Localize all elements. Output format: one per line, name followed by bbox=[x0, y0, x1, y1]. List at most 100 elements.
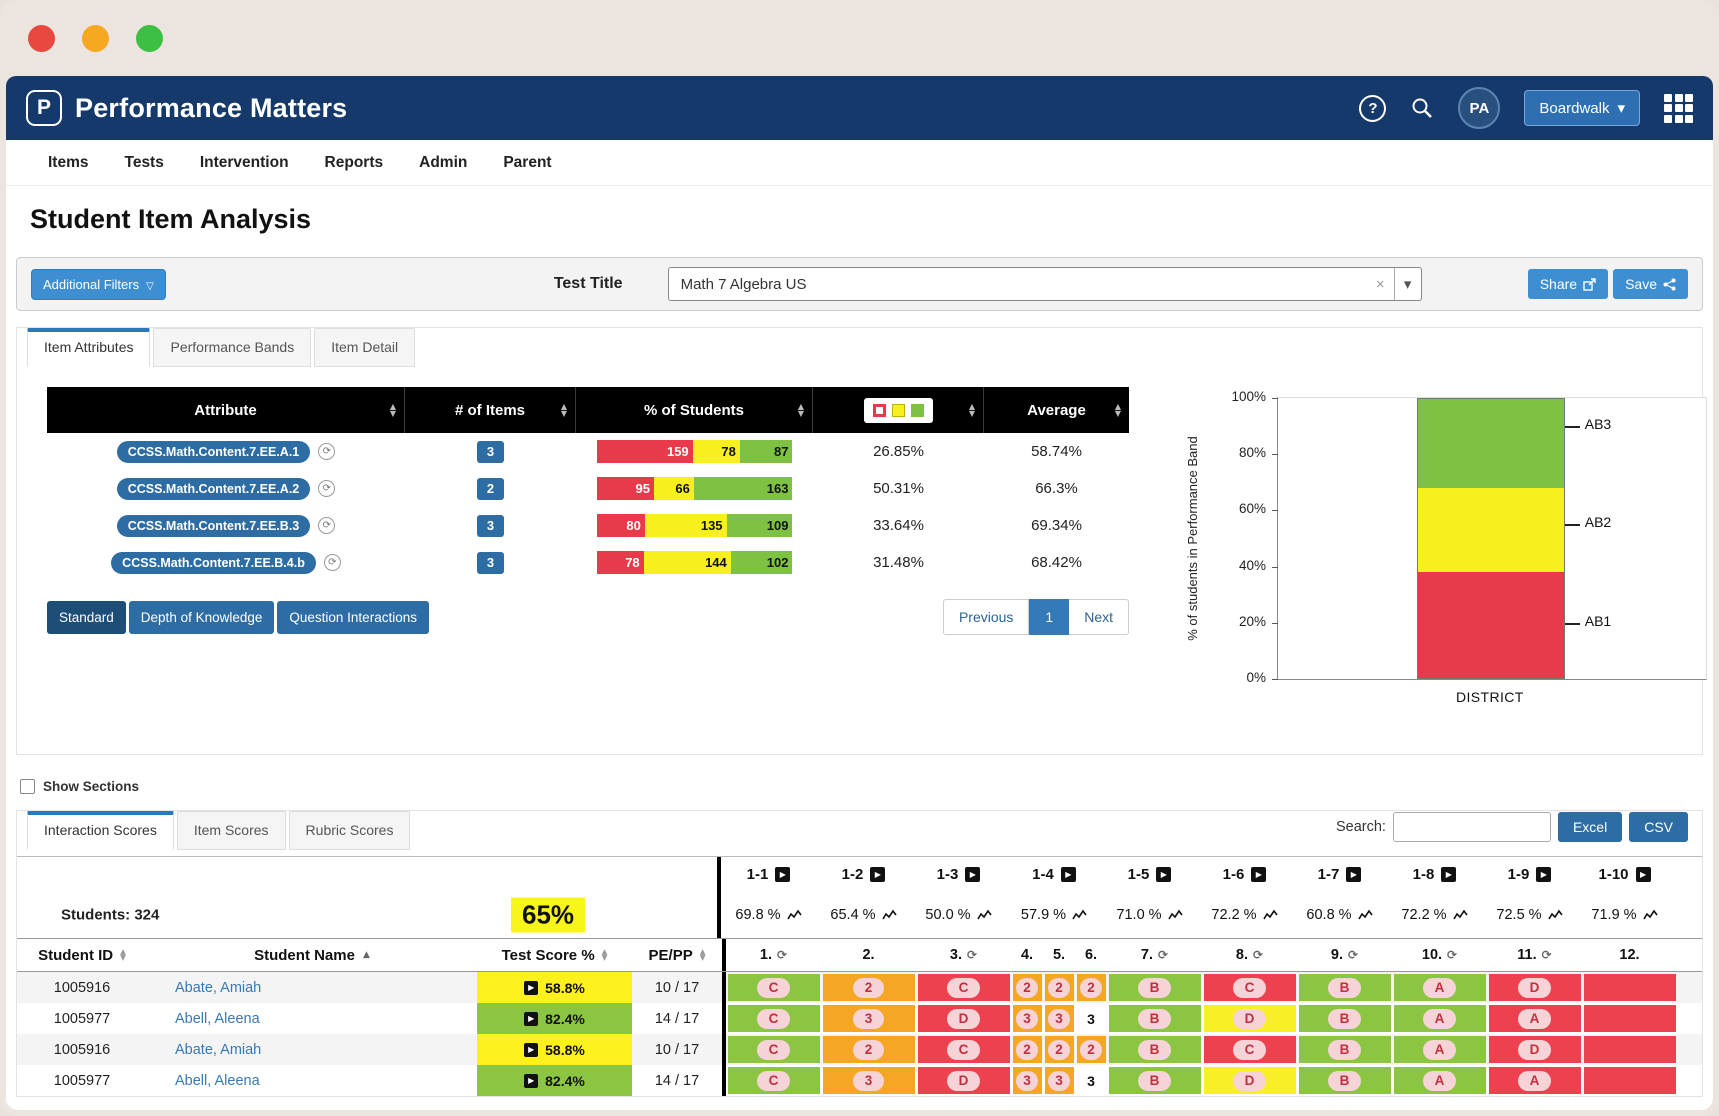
col-header-num-items[interactable]: # of Items bbox=[405, 387, 576, 433]
item-group-header[interactable]: 1-1 ▶ bbox=[721, 857, 816, 892]
item-play-icon[interactable]: ▶ bbox=[1251, 867, 1267, 882]
item-play-icon[interactable]: ▶ bbox=[1156, 867, 1172, 882]
nav-item-intervention[interactable]: Intervention bbox=[200, 154, 289, 172]
sort-icon[interactable] bbox=[561, 403, 567, 417]
col-header-pct-students[interactable]: % of Students bbox=[576, 387, 813, 433]
nav-item-tests[interactable]: Tests bbox=[125, 154, 164, 172]
sort-icon[interactable] bbox=[602, 949, 608, 962]
item-column-header[interactable]: 7. ⟳ bbox=[1107, 939, 1202, 971]
app-grid-icon[interactable] bbox=[1664, 93, 1693, 123]
depth-of-knowledge-button[interactable]: Depth of Knowledge bbox=[128, 600, 275, 634]
item-column-header[interactable]: 1. ⟳ bbox=[726, 939, 821, 971]
item-count-button[interactable]: 3 bbox=[477, 440, 504, 463]
response-pill[interactable]: 2 bbox=[1080, 1039, 1102, 1060]
response-pill[interactable]: 2 bbox=[1016, 977, 1038, 998]
item-play-icon[interactable]: ▶ bbox=[870, 867, 886, 882]
item-column-header[interactable]: 10. ⟳ bbox=[1392, 939, 1487, 971]
response-pill[interactable]: B bbox=[1137, 977, 1172, 998]
response-pill[interactable]: 2 bbox=[852, 1039, 885, 1060]
trend-icon[interactable] bbox=[1262, 909, 1278, 921]
save-button[interactable]: Save bbox=[1613, 269, 1688, 299]
item-group-header[interactable]: 1-8 ▶ bbox=[1387, 857, 1482, 892]
item-group-header[interactable]: 1-2 ▶ bbox=[816, 857, 911, 892]
item-play-icon[interactable]: ▶ bbox=[1635, 867, 1651, 882]
previous-page-button[interactable]: Previous bbox=[942, 599, 1030, 635]
response-pill[interactable]: 2 bbox=[1080, 977, 1102, 998]
response-pill[interactable]: A bbox=[1517, 1070, 1552, 1091]
response-pill[interactable]: B bbox=[1137, 1070, 1172, 1091]
nav-item-admin[interactable]: Admin bbox=[419, 154, 467, 172]
standard-button[interactable]: Standard bbox=[47, 600, 126, 634]
response-pill[interactable]: 2 bbox=[852, 977, 885, 998]
response-pill[interactable]: 2 bbox=[1048, 977, 1070, 998]
item-column-header[interactable]: 4. bbox=[1011, 939, 1043, 971]
show-sections-checkbox[interactable] bbox=[20, 779, 35, 794]
col-header-student-id[interactable]: Student ID bbox=[17, 939, 147, 971]
col-header-band-legend[interactable] bbox=[813, 387, 984, 433]
item-column-header[interactable]: 3. ⟳ bbox=[916, 939, 1011, 971]
item-count-button[interactable]: 2 bbox=[477, 477, 504, 500]
response-pill[interactable]: A bbox=[1517, 1008, 1552, 1029]
trend-icon[interactable] bbox=[1357, 909, 1373, 921]
response-pill[interactable]: C bbox=[1232, 1039, 1267, 1060]
response-pill[interactable]: A bbox=[1422, 1008, 1457, 1029]
item-column-header[interactable]: 11. ⟳ bbox=[1487, 939, 1582, 971]
response-pill[interactable]: C bbox=[756, 1039, 791, 1060]
standard-pill[interactable]: CCSS.Math.Content.7.EE.B.3 bbox=[116, 514, 311, 537]
standard-detail-icon[interactable]: ⟳ bbox=[318, 517, 336, 534]
response-pill[interactable]: D bbox=[1232, 1070, 1267, 1091]
student-name-link[interactable]: Abell, Aleena bbox=[175, 1073, 260, 1089]
item-column-header[interactable]: 6. bbox=[1075, 939, 1107, 971]
response-pill[interactable]: 3 bbox=[852, 1070, 885, 1091]
minimize-window-icon[interactable] bbox=[82, 24, 109, 52]
nav-item-reports[interactable]: Reports bbox=[325, 154, 384, 172]
response-pill[interactable]: A bbox=[1422, 1070, 1457, 1091]
item-play-icon[interactable]: ▶ bbox=[965, 867, 981, 882]
export-csv-button[interactable]: CSV bbox=[1629, 812, 1688, 842]
item-group-header[interactable]: 1-10 ▶ bbox=[1577, 857, 1672, 892]
response-pill[interactable]: C bbox=[946, 1039, 981, 1060]
interaction-type-icon[interactable]: ⟳ bbox=[777, 948, 787, 962]
tab-item-detail[interactable]: Item Detail bbox=[314, 328, 416, 367]
trend-icon[interactable] bbox=[976, 909, 992, 921]
trend-icon[interactable] bbox=[1072, 909, 1087, 921]
interaction-type-icon[interactable]: ⟳ bbox=[1542, 948, 1552, 962]
tab-interaction-scores[interactable]: Interaction Scores bbox=[27, 811, 174, 850]
trend-icon[interactable] bbox=[881, 909, 897, 921]
export-excel-button[interactable]: Excel bbox=[1557, 812, 1623, 842]
sort-icon[interactable] bbox=[969, 403, 975, 417]
help-icon[interactable]: ? bbox=[1359, 94, 1387, 122]
share-button[interactable]: Share bbox=[1527, 269, 1609, 299]
response-pill[interactable]: D bbox=[1517, 977, 1552, 998]
item-play-icon[interactable]: ▶ bbox=[775, 867, 791, 882]
interaction-type-icon[interactable]: ⟳ bbox=[1348, 948, 1358, 962]
item-group-header[interactable]: 1-6 ▶ bbox=[1197, 857, 1292, 892]
trend-icon[interactable] bbox=[1167, 909, 1183, 921]
interaction-type-icon[interactable]: ⟳ bbox=[1253, 948, 1263, 962]
col-header-student-name[interactable]: Student Name bbox=[147, 939, 477, 971]
question-interactions-button[interactable]: Question Interactions bbox=[277, 600, 429, 634]
response-pill[interactable]: 3 bbox=[1016, 1008, 1038, 1029]
sort-icon[interactable] bbox=[1115, 403, 1121, 417]
item-count-button[interactable]: 3 bbox=[477, 551, 504, 574]
item-column-header[interactable]: 2. bbox=[821, 939, 916, 971]
additional-filters-button[interactable]: Additional Filters bbox=[31, 268, 166, 300]
interaction-type-icon[interactable]: ⟳ bbox=[1158, 948, 1168, 962]
nav-item-parent[interactable]: Parent bbox=[503, 154, 551, 172]
select-caret-icon[interactable] bbox=[1393, 268, 1421, 300]
tab-item-scores[interactable]: Item Scores bbox=[176, 811, 286, 850]
response-pill[interactable]: 2 bbox=[1048, 1039, 1070, 1060]
col-header-attribute[interactable]: Attribute bbox=[47, 387, 405, 433]
trend-icon[interactable] bbox=[1452, 909, 1468, 921]
tab-performance-bands[interactable]: Performance Bands bbox=[153, 328, 312, 367]
sort-icon[interactable] bbox=[700, 949, 706, 962]
trend-icon[interactable] bbox=[1642, 909, 1658, 921]
score-play-icon[interactable]: ▶ bbox=[524, 1042, 539, 1057]
response-pill[interactable]: A bbox=[1422, 977, 1457, 998]
item-group-header[interactable]: 1-5 ▶ bbox=[1102, 857, 1197, 892]
sort-icon[interactable] bbox=[798, 403, 804, 417]
item-group-header[interactable]: 1-4 ▶ bbox=[1006, 857, 1102, 892]
response-pill[interactable]: D bbox=[1232, 1008, 1267, 1029]
student-name-link[interactable]: Abate, Amiah bbox=[175, 1042, 261, 1058]
standard-pill[interactable]: CCSS.Math.Content.7.EE.A.1 bbox=[116, 440, 311, 463]
